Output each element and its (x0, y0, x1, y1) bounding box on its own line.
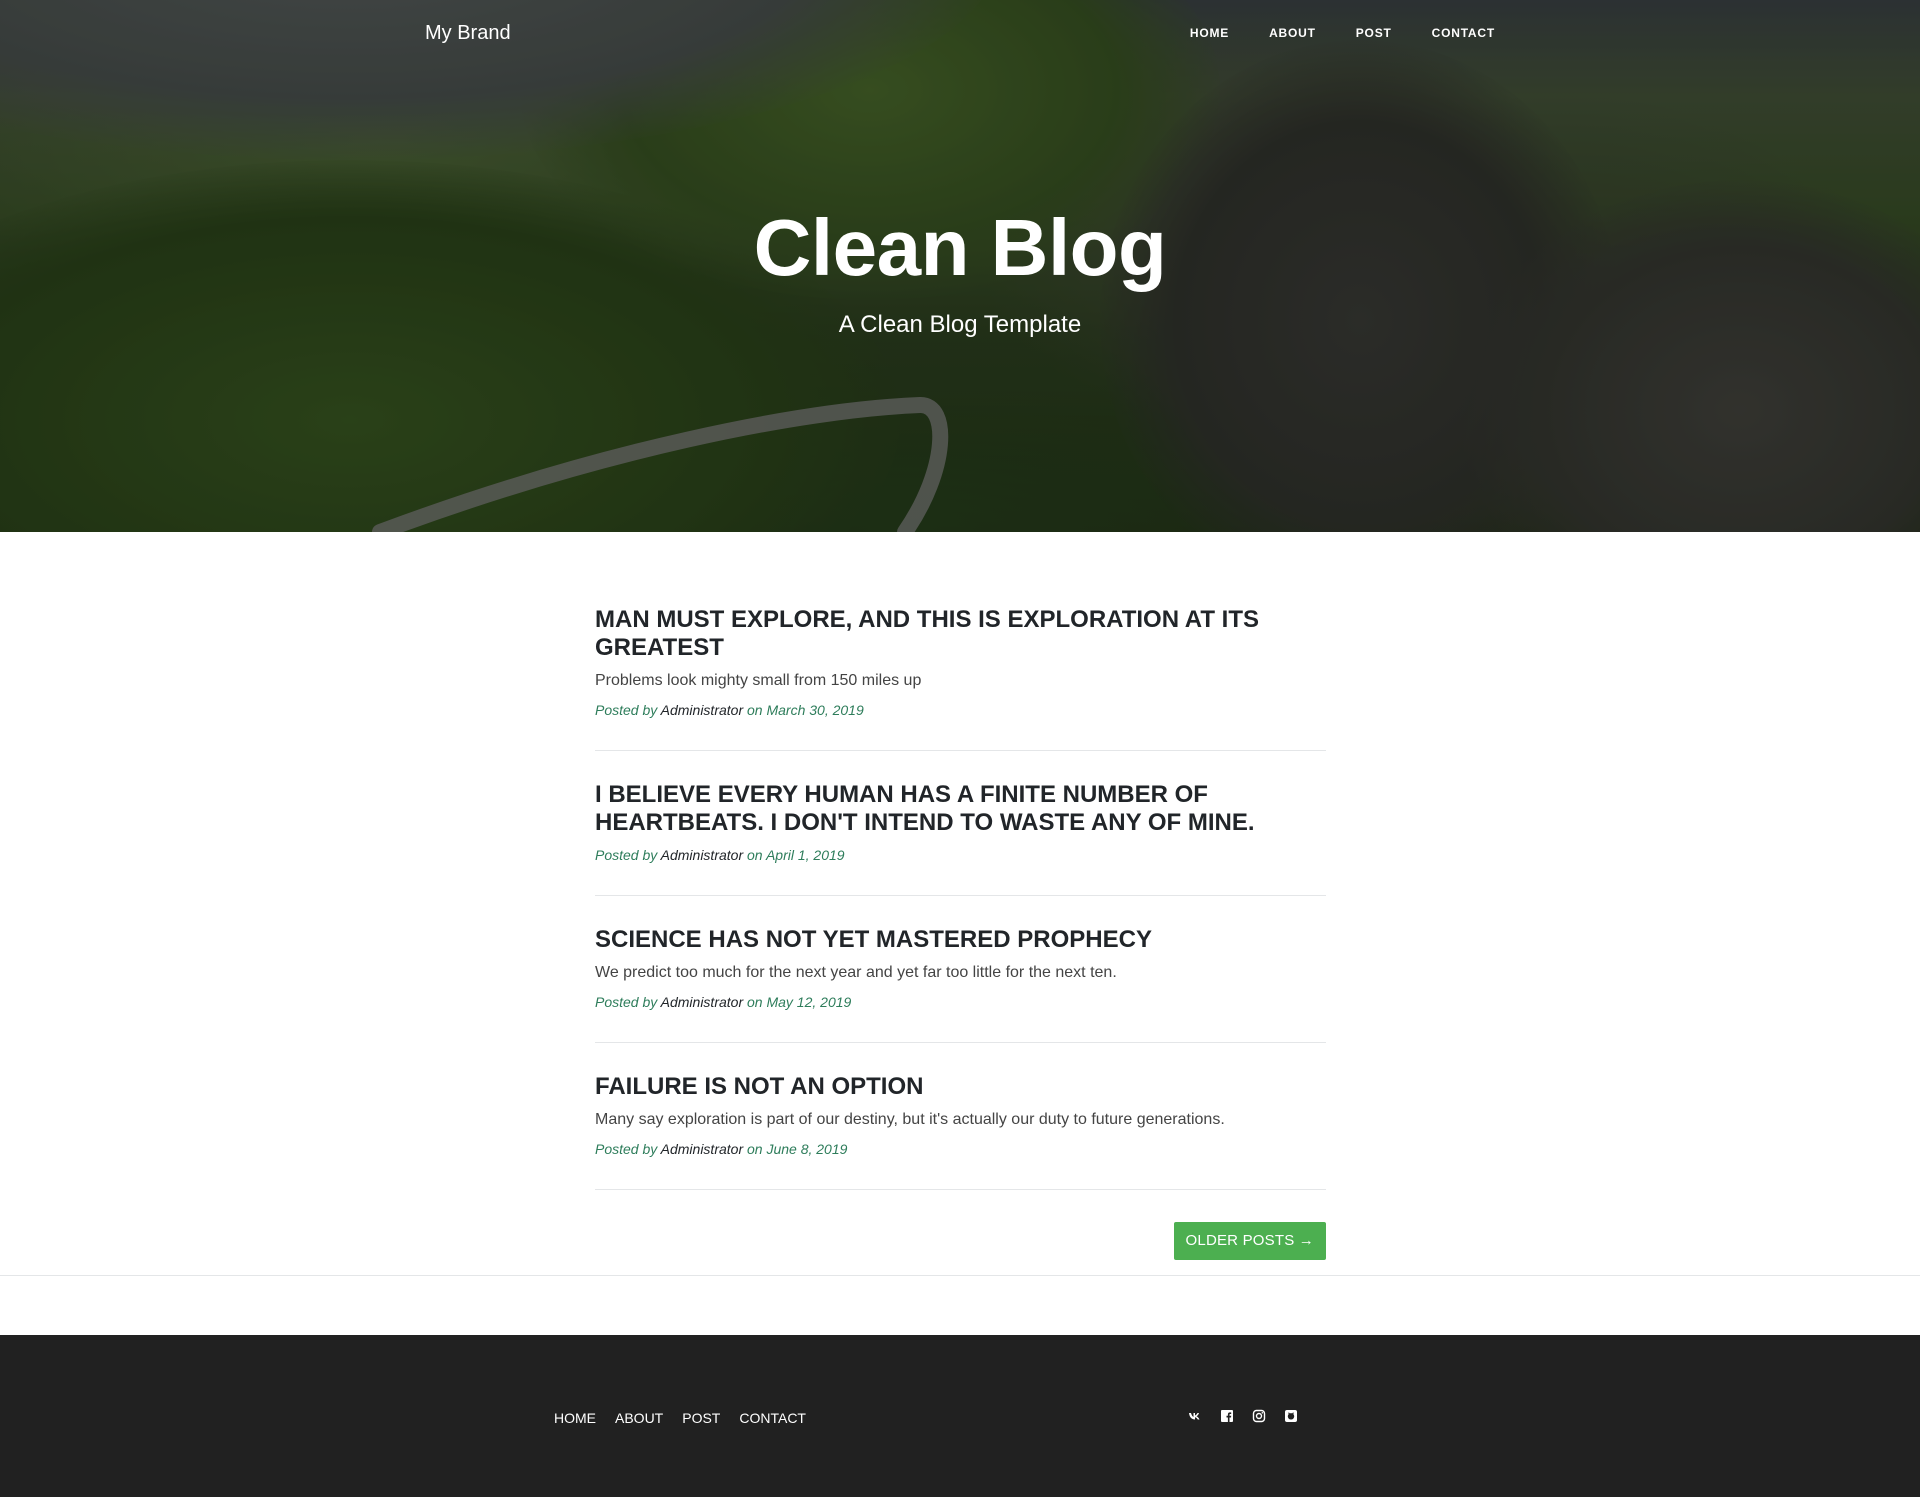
post-author-link[interactable]: Administrator (661, 994, 743, 1010)
footer-link-contact[interactable]: CONTACT (739, 1409, 806, 1427)
pager: OLDER POSTS → (1173, 1222, 1326, 1260)
post-meta-prefix: Posted by (595, 994, 658, 1010)
hero-header: My Brand HOME ABOUT POST CONTACT Clean B… (0, 0, 1920, 532)
post-preview: I BELIEVE EVERY HUMAN HAS A FINITE NUMBE… (595, 781, 1326, 896)
brand-link[interactable]: My Brand (425, 21, 511, 45)
nav-link-post[interactable]: POST (1356, 25, 1392, 41)
site-subtitle: A Clean Blog Template (838, 311, 1082, 338)
post-date: on June 8, 2019 (747, 1141, 848, 1157)
footer-link-post[interactable]: POST (682, 1409, 720, 1427)
older-posts-button[interactable]: OLDER POSTS → (1173, 1222, 1326, 1260)
footer-social-links (1188, 1409, 1316, 1423)
nav-link-home[interactable]: HOME (1190, 25, 1229, 41)
facebook-icon[interactable] (1220, 1409, 1234, 1423)
instagram-icon[interactable] (1252, 1409, 1266, 1423)
site-title: Clean Blog (753, 203, 1167, 292)
post-meta: Posted by Administrator on June 8, 2019 (595, 1139, 1326, 1159)
github-icon[interactable] (1284, 1409, 1298, 1423)
post-link[interactable]: I BELIEVE EVERY HUMAN HAS A FINITE NUMBE… (595, 781, 1326, 837)
post-meta: Posted by Administrator on March 30, 201… (595, 700, 1326, 720)
post-title[interactable]: MAN MUST EXPLORE, AND THIS IS EXPLORATIO… (595, 606, 1326, 662)
post-author-link[interactable]: Administrator (661, 847, 743, 863)
post-subtitle[interactable]: We predict too much for the next year an… (595, 962, 1326, 984)
post-date: on April 1, 2019 (747, 847, 845, 863)
post-link[interactable]: MAN MUST EXPLORE, AND THIS IS EXPLORATIO… (595, 606, 1326, 692)
post-date: on March 30, 2019 (747, 702, 864, 718)
site-heading: Clean Blog A Clean Blog Template (0, 200, 1920, 340)
footer-link-about[interactable]: ABOUT (615, 1409, 663, 1427)
post-title[interactable]: I BELIEVE EVERY HUMAN HAS A FINITE NUMBE… (595, 781, 1326, 837)
content-divider (0, 1275, 1920, 1276)
top-navbar: My Brand HOME ABOUT POST CONTACT (0, 0, 1920, 66)
post-meta-prefix: Posted by (595, 847, 658, 863)
nav-link-contact[interactable]: CONTACT (1432, 25, 1495, 41)
post-subtitle[interactable]: Many say exploration is part of our dest… (595, 1109, 1326, 1131)
footer: HOME ABOUT POST CONTACT (0, 1335, 1920, 1497)
post-preview: FAILURE IS NOT AN OPTION Many say explor… (595, 1073, 1326, 1190)
post-meta: Posted by Administrator on April 1, 2019 (595, 845, 1326, 865)
footer-link-home[interactable]: HOME (554, 1409, 596, 1427)
post-title[interactable]: SCIENCE HAS NOT YET MASTERED PROPHECY (595, 926, 1326, 954)
nav-links: HOME ABOUT POST CONTACT (1150, 25, 1495, 41)
post-link[interactable]: FAILURE IS NOT AN OPTION Many say explor… (595, 1073, 1326, 1131)
post-author-link[interactable]: Administrator (661, 1141, 743, 1157)
post-list: MAN MUST EXPLORE, AND THIS IS EXPLORATIO… (595, 606, 1326, 1260)
footer-links: HOME ABOUT POST CONTACT (554, 1409, 825, 1427)
post-preview: MAN MUST EXPLORE, AND THIS IS EXPLORATIO… (595, 606, 1326, 751)
post-link[interactable]: SCIENCE HAS NOT YET MASTERED PROPHECY We… (595, 926, 1326, 984)
post-meta-prefix: Posted by (595, 702, 658, 718)
post-meta: Posted by Administrator on May 12, 2019 (595, 992, 1326, 1012)
post-date: on May 12, 2019 (747, 994, 852, 1010)
vk-icon[interactable] (1188, 1409, 1202, 1423)
post-subtitle[interactable]: Problems look mighty small from 150 mile… (595, 670, 1326, 692)
post-author-link[interactable]: Administrator (661, 702, 743, 718)
nav-link-about[interactable]: ABOUT (1269, 25, 1316, 41)
post-preview: SCIENCE HAS NOT YET MASTERED PROPHECY We… (595, 926, 1326, 1043)
post-meta-prefix: Posted by (595, 1141, 658, 1157)
post-title[interactable]: FAILURE IS NOT AN OPTION (595, 1073, 1326, 1101)
